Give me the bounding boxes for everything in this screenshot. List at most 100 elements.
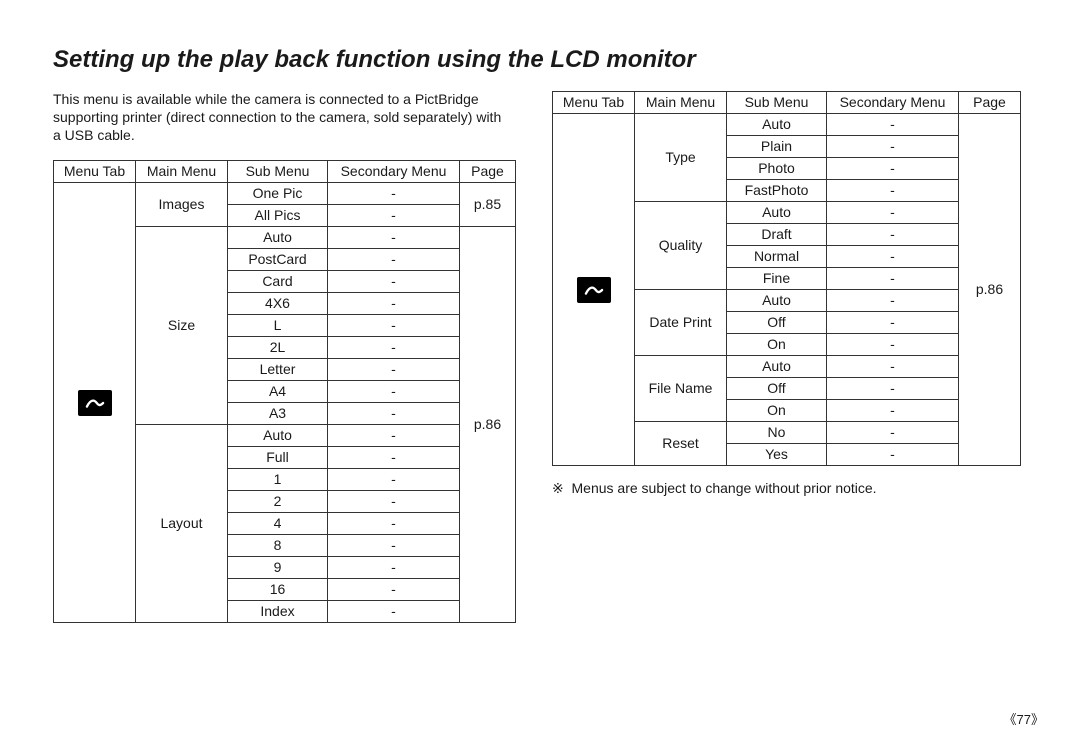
- sub: 8: [228, 535, 328, 557]
- table-row: Type Auto - p.86: [553, 114, 1021, 136]
- secondary: -: [328, 293, 460, 315]
- intro-text: This menu is available while the camera …: [53, 91, 503, 145]
- secondary: -: [827, 290, 959, 312]
- sub: Auto: [727, 356, 827, 378]
- page-number: 《77》: [1004, 709, 1044, 728]
- table-row: Images One Pic - p.85: [54, 183, 516, 205]
- secondary: -: [827, 400, 959, 422]
- secondary: -: [328, 403, 460, 425]
- secondary: -: [328, 469, 460, 491]
- pictbridge-icon: [577, 277, 611, 303]
- main-filename: File Name: [635, 356, 727, 422]
- sub: 1: [228, 469, 328, 491]
- secondary: -: [827, 158, 959, 180]
- sub: 4: [228, 513, 328, 535]
- main-type: Type: [635, 114, 727, 202]
- secondary: -: [827, 268, 959, 290]
- sub: Fine: [727, 268, 827, 290]
- secondary: -: [827, 422, 959, 444]
- secondary: -: [328, 271, 460, 293]
- main-images: Images: [136, 183, 228, 227]
- secondary: -: [328, 513, 460, 535]
- sub: A4: [228, 381, 328, 403]
- secondary: -: [827, 180, 959, 202]
- page-images: p.85: [460, 183, 516, 227]
- sub: Index: [228, 601, 328, 623]
- sub: One Pic: [228, 183, 328, 205]
- secondary: -: [328, 425, 460, 447]
- pictbridge-icon: [78, 390, 112, 416]
- secondary: -: [827, 114, 959, 136]
- col-main-menu: Main Menu: [635, 92, 727, 114]
- secondary: -: [328, 491, 460, 513]
- secondary: -: [328, 183, 460, 205]
- footnote-symbol: ※: [552, 480, 564, 496]
- sub: 2L: [228, 337, 328, 359]
- footnote-text: Menus are subject to change without prio…: [572, 480, 877, 496]
- main-reset: Reset: [635, 422, 727, 466]
- col-page: Page: [959, 92, 1021, 114]
- sub: Plain: [727, 136, 827, 158]
- secondary: -: [827, 202, 959, 224]
- sub: No: [727, 422, 827, 444]
- sub: Photo: [727, 158, 827, 180]
- sub: PostCard: [228, 249, 328, 271]
- sub: A3: [228, 403, 328, 425]
- page-title: Setting up the play back function using …: [53, 46, 696, 74]
- sub: Letter: [228, 359, 328, 381]
- menu-table-right: Menu Tab Main Menu Sub Menu Secondary Me…: [552, 91, 1021, 466]
- sub: Auto: [228, 227, 328, 249]
- secondary: -: [328, 601, 460, 623]
- secondary: -: [827, 136, 959, 158]
- secondary: -: [328, 337, 460, 359]
- sub: All Pics: [228, 205, 328, 227]
- secondary: -: [827, 356, 959, 378]
- secondary: -: [328, 249, 460, 271]
- secondary: -: [328, 579, 460, 601]
- secondary: -: [328, 557, 460, 579]
- secondary: -: [827, 246, 959, 268]
- secondary: -: [827, 224, 959, 246]
- col-sub-menu: Sub Menu: [228, 161, 328, 183]
- sub: L: [228, 315, 328, 337]
- secondary: -: [827, 312, 959, 334]
- secondary: -: [827, 334, 959, 356]
- secondary: -: [827, 378, 959, 400]
- sub: Off: [727, 312, 827, 334]
- sub: On: [727, 334, 827, 356]
- sub: Auto: [727, 202, 827, 224]
- sub: 2: [228, 491, 328, 513]
- col-menu-tab: Menu Tab: [553, 92, 635, 114]
- sub: Full: [228, 447, 328, 469]
- page-all: p.86: [959, 114, 1021, 466]
- sub: 9: [228, 557, 328, 579]
- sub: On: [727, 400, 827, 422]
- sub: Yes: [727, 444, 827, 466]
- col-sub-menu: Sub Menu: [727, 92, 827, 114]
- footnote: ※ Menus are subject to change without pr…: [552, 480, 1020, 497]
- sub: FastPhoto: [727, 180, 827, 202]
- sub: Auto: [727, 114, 827, 136]
- secondary: -: [328, 535, 460, 557]
- secondary: -: [328, 381, 460, 403]
- main-size: Size: [136, 227, 228, 425]
- secondary: -: [328, 359, 460, 381]
- col-secondary: Secondary Menu: [328, 161, 460, 183]
- sub: Auto: [228, 425, 328, 447]
- menu-table-left: Menu Tab Main Menu Sub Menu Secondary Me…: [53, 160, 516, 623]
- sub: 4X6: [228, 293, 328, 315]
- main-layout: Layout: [136, 425, 228, 623]
- secondary: -: [827, 444, 959, 466]
- secondary: -: [328, 447, 460, 469]
- col-page: Page: [460, 161, 516, 183]
- sub: Card: [228, 271, 328, 293]
- sub: Draft: [727, 224, 827, 246]
- menu-tab-icon-cell: [54, 183, 136, 623]
- secondary: -: [328, 315, 460, 337]
- menu-tab-icon-cell: [553, 114, 635, 466]
- page-rest: p.86: [460, 227, 516, 623]
- secondary: -: [328, 227, 460, 249]
- sub: 16: [228, 579, 328, 601]
- col-main-menu: Main Menu: [136, 161, 228, 183]
- sub: Auto: [727, 290, 827, 312]
